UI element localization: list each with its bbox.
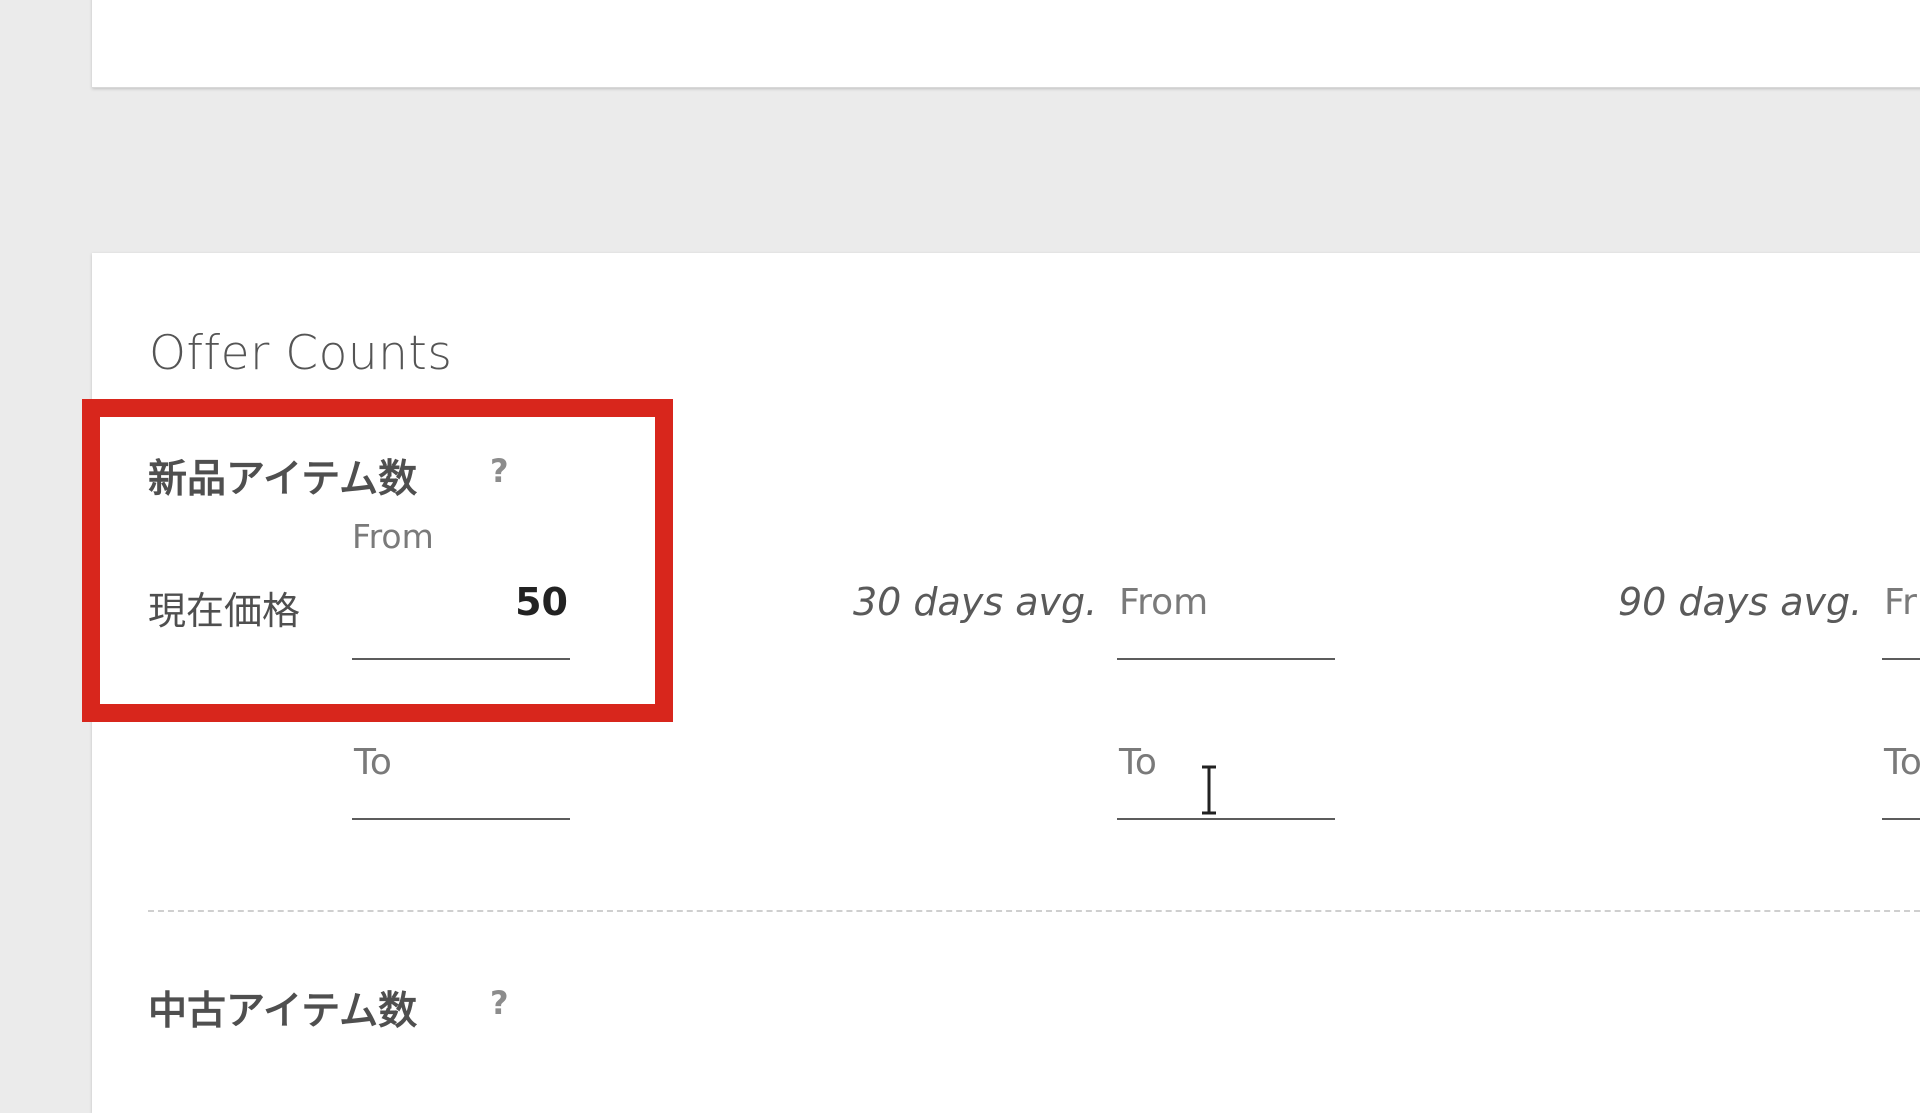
section-title: Offer Counts — [149, 326, 453, 381]
section-divider — [148, 910, 1920, 912]
avg90-from-placeholder: Fr — [1884, 582, 1917, 623]
current-to-input[interactable]: To — [352, 738, 570, 820]
current-from-floating-label: From — [352, 517, 434, 556]
current-price-label: 現在価格 — [148, 589, 301, 633]
avg90-to-placeholder: To — [1884, 742, 1920, 783]
avg90-to-input[interactable]: To — [1882, 738, 1920, 820]
avg90-from-input[interactable]: Fr — [1882, 580, 1920, 660]
top-card — [92, 0, 1920, 88]
new-items-help-icon[interactable]: ? — [490, 452, 509, 490]
avg30-label: 30 days avg. — [853, 580, 1098, 624]
used-items-title: 中古アイテム数 — [148, 989, 418, 1034]
avg30-to-placeholder: To — [1119, 742, 1157, 783]
avg30-to-input[interactable]: To — [1117, 738, 1335, 820]
current-from-value: 50 — [515, 580, 568, 624]
avg30-from-input[interactable]: From — [1117, 580, 1335, 660]
text-cursor-icon — [1202, 765, 1216, 815]
avg30-from-placeholder: From — [1119, 582, 1209, 623]
current-from-input[interactable]: 50 — [352, 580, 570, 660]
new-items-title: 新品アイテム数 — [148, 457, 418, 502]
avg90-label: 90 days avg. — [1618, 580, 1863, 624]
current-to-placeholder: To — [354, 742, 392, 783]
used-items-help-icon[interactable]: ? — [490, 984, 509, 1022]
